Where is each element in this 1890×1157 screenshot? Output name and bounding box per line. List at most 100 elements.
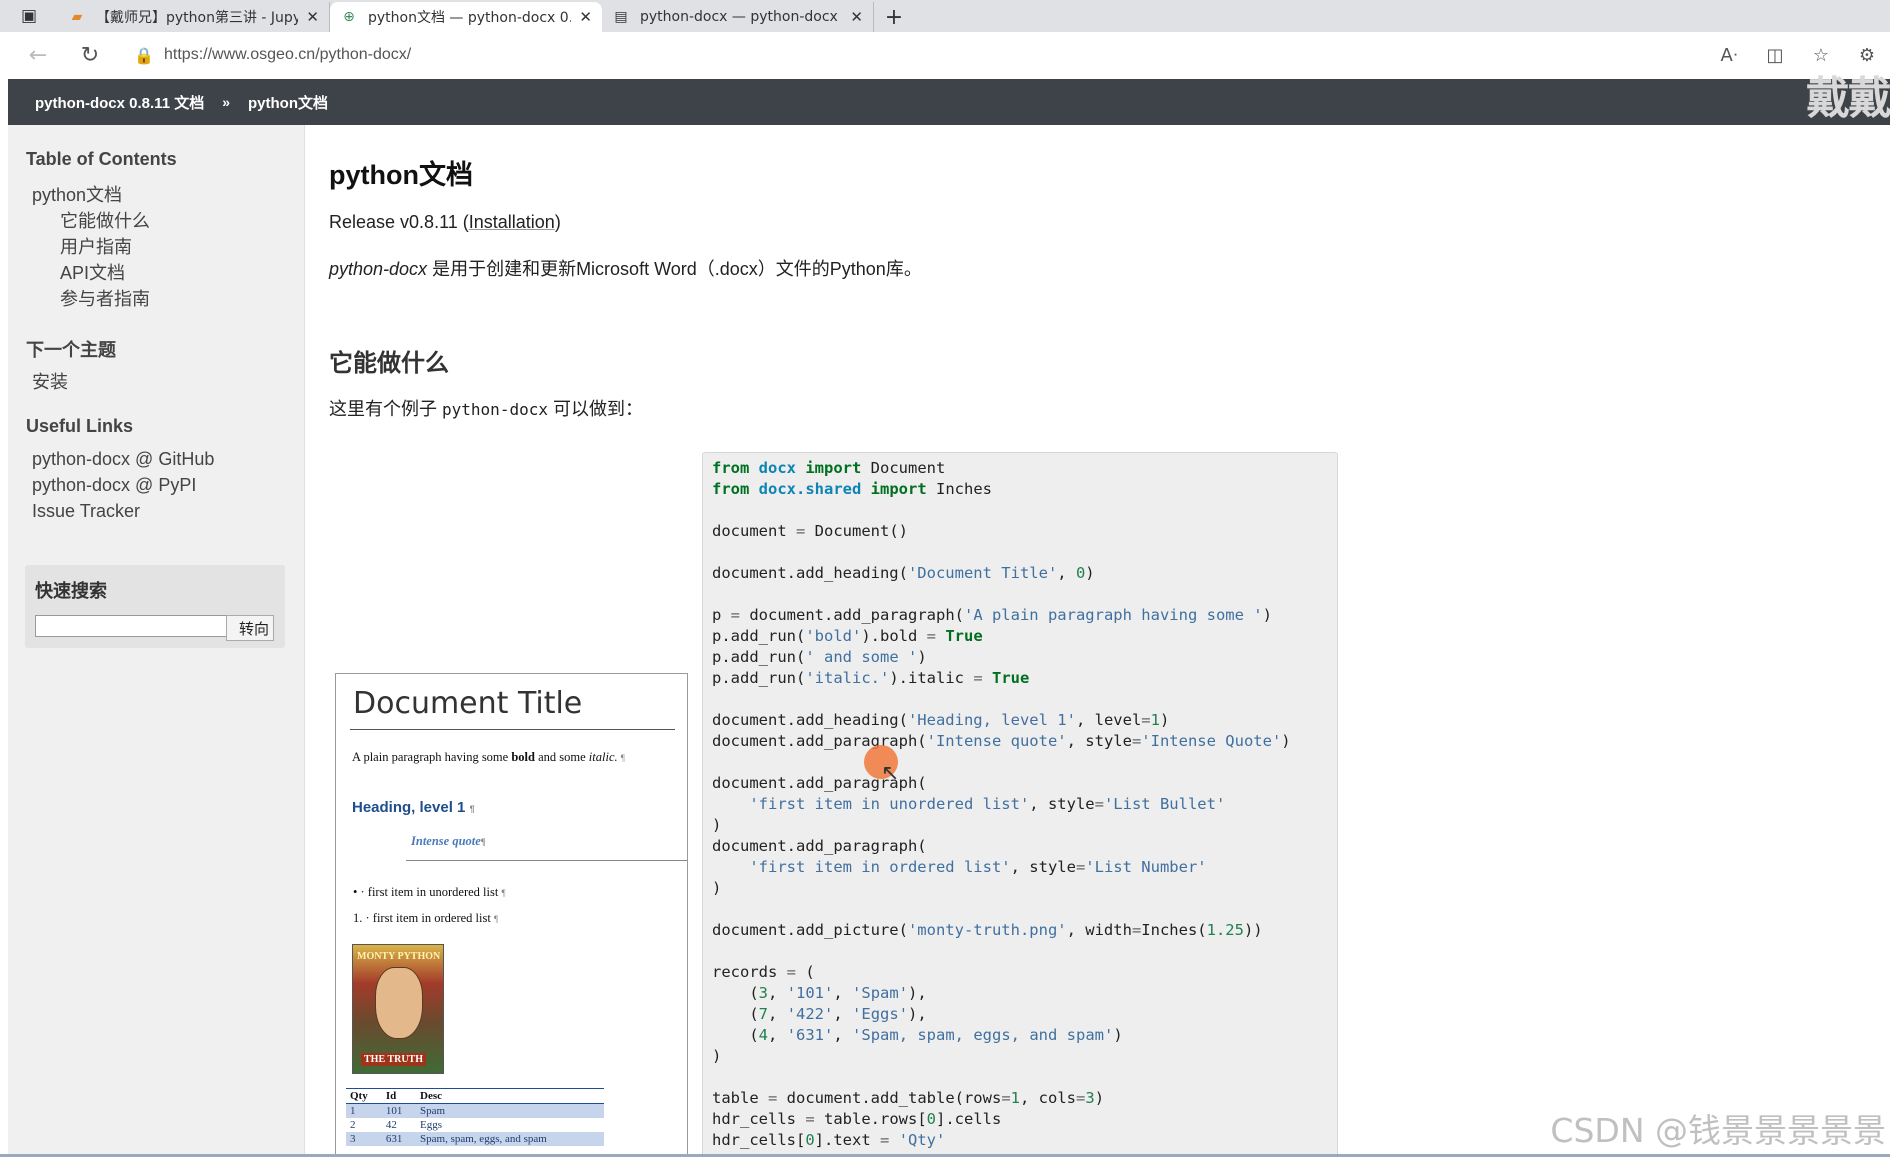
code-line: (4, '631', 'Spam, spam, eggs, and spam') [712, 1026, 1123, 1044]
breadcrumb-root[interactable]: python-docx 0.8.11 文档 [35, 92, 204, 113]
split-screen-icon[interactable]: ◫ [1752, 45, 1798, 66]
tab-title: python文档 — python-docx 0.8.1 [368, 10, 571, 26]
read-aloud-icon[interactable]: Aᐧ [1706, 45, 1752, 66]
intro-paragraph: python-docx 是用于创建和更新Microsoft Word（.docx… [329, 255, 922, 281]
poster-bottom-text: THE TRUTH [361, 1053, 426, 1066]
close-icon[interactable]: ✕ [306, 8, 319, 26]
intro-text: 是用于创建和更新Microsoft Word（.docx）文件的Python库。 [427, 259, 922, 279]
back-icon[interactable]: ← [12, 43, 64, 68]
example-code: python-docx [442, 400, 548, 419]
pilcrow-icon: ¶ [469, 804, 475, 814]
address-bar[interactable]: 🔒 https://www.osgeo.cn/python-docx/ [124, 37, 1694, 73]
table-header-row: Qty Id Desc [346, 1088, 604, 1104]
code-line: ) [712, 816, 722, 834]
code-line: ​ [712, 752, 1328, 773]
docs-icon: ⊕ [343, 9, 355, 25]
code-line: p.add_run(' and some ') [712, 648, 927, 666]
code-line: ​ [712, 542, 1328, 563]
preview-title-rule [350, 729, 675, 730]
search-go-button[interactable]: 转向 [226, 615, 274, 641]
monty-python-poster-image: MONTY PYTHON THE TRUTH [352, 944, 444, 1074]
code-line: ​ [712, 899, 1328, 920]
release-line: Release v0.8.11 (Installation) [329, 212, 561, 233]
preview-quote: Intense quote¶ [411, 834, 485, 849]
poster-top-text: MONTY PYTHON [357, 951, 441, 962]
link-pypi[interactable]: python-docx @ PyPI [32, 475, 196, 496]
tab-python-docx[interactable]: ▤ python-docx — python-docx 0.8 ✕ [602, 2, 874, 32]
tab-jupyter[interactable]: ▰ 【戴师兄】python第三讲 - Jupyt ✕ [58, 2, 330, 32]
code-line: table = document.add_table(rows=1, cols=… [712, 1089, 1105, 1107]
code-line: records = ( [712, 963, 815, 981]
csdn-watermark: CSDN @钱景景景景景 [1550, 1111, 1886, 1150]
code-line: document.add_heading('Document Title', 0… [712, 564, 1095, 582]
close-icon[interactable]: ✕ [579, 8, 592, 26]
breadcrumb-current[interactable]: python文档 [248, 92, 328, 113]
table-cell: 2 [350, 1119, 356, 1131]
example-suffix: 可以做到： [547, 399, 643, 419]
preview-doc-title: Document Title [353, 686, 583, 721]
code-line: hdr_cells[0].text = 'Qty' [712, 1131, 946, 1149]
watermark-top: 戴戴 [1806, 73, 1890, 124]
code-line: document.add_picture('monty-truth.png', … [712, 921, 1263, 939]
toc-item-api[interactable]: API文档 [60, 259, 125, 285]
quick-search-title: 快速搜索 [35, 581, 107, 601]
table-cell: Spam, spam, eggs, and spam [416, 1132, 604, 1146]
code-line: p.add_run('bold').bold = True [712, 627, 983, 645]
preview-para-plain: A plain paragraph having some [352, 750, 512, 764]
code-line: ​ [712, 584, 1328, 605]
table-cell: 42 [385, 1119, 397, 1131]
link-issue-tracker[interactable]: Issue Tracker [32, 501, 140, 522]
document-preview-image: Document Title A plain paragraph having … [335, 673, 688, 1157]
table-row: 1 101 Spam [346, 1103, 604, 1118]
preview-paragraph: A plain paragraph having some bold and s… [352, 750, 625, 765]
quick-search: 快速搜索 转向 [25, 565, 285, 648]
table-row: 2 42 Eggs [346, 1118, 604, 1132]
code-line: (7, '422', 'Eggs'), [712, 1005, 927, 1023]
code-line: document = Document() [712, 522, 908, 540]
link-github[interactable]: python-docx @ GitHub [32, 449, 214, 470]
code-line: ) [712, 879, 722, 897]
address-bar-row: ← ↻ 🔒 https://www.osgeo.cn/python-docx/ … [0, 32, 1890, 79]
reload-icon[interactable]: ↻ [64, 43, 116, 68]
installation-link[interactable]: Installation [469, 212, 555, 232]
table-header: Desc [416, 1088, 604, 1104]
toc-item-what[interactable]: 它能做什么 [60, 207, 150, 233]
breadcrumb: python-docx 0.8.11 文档 » python文档 [8, 79, 1890, 125]
preview-quote-rule [406, 860, 687, 861]
url-text[interactable]: https://www.osgeo.cn/python-docx/ [164, 46, 411, 64]
breadcrumb-separator: » [222, 94, 231, 110]
table-cell: 1 [346, 1103, 382, 1118]
search-input[interactable] [35, 615, 227, 637]
pilcrow-icon: ¶ [493, 914, 499, 924]
example-prefix: 这里有个例子 [329, 399, 443, 419]
code-line: document.add_paragraph('Intense quote', … [712, 732, 1291, 750]
new-tab-icon[interactable]: + [874, 2, 914, 32]
next-topic-link[interactable]: 安装 [32, 368, 68, 394]
toc-item-contrib[interactable]: 参与者指南 [60, 285, 150, 311]
close-icon[interactable]: ✕ [850, 8, 863, 26]
code-line: 'first item in unordered list', style='L… [749, 795, 1226, 813]
preview-heading: Heading, level 1 ¶ [352, 799, 475, 816]
toc-item-guide[interactable]: 用户指南 [60, 233, 132, 259]
sidebar-toggle-icon[interactable]: ▣ [0, 0, 58, 32]
tab-python-docs[interactable]: ⊕ python文档 — python-docx 0.8.1 ✕ [330, 2, 602, 32]
browser-chrome: ▣ ▰ 【戴师兄】python第三讲 - Jupyt ✕ ⊕ python文档 … [0, 0, 1890, 79]
preview-para-bold: bold [511, 750, 535, 764]
mouse-cursor-icon: ↖ [881, 761, 900, 786]
table-row: 3 631 Spam, spam, eggs, and spam [346, 1132, 604, 1146]
pilcrow-icon: ¶ [620, 753, 625, 763]
toc-root[interactable]: python文档 [32, 181, 122, 207]
release-prefix: Release v0.8.11 ( [329, 212, 469, 232]
preview-bullet-item: • · first item in unordered list ¶ [353, 885, 506, 900]
code-line: 'first item in ordered list', style='Lis… [749, 858, 1207, 876]
code-line: document.add_paragraph( [712, 837, 927, 855]
release-suffix: ) [554, 212, 561, 232]
pilcrow-icon: ¶ [480, 837, 486, 847]
preview-quote-text: Intense quote [411, 834, 481, 848]
code-line: document.add_paragraph( [712, 774, 927, 792]
code-line: p.add_run('italic.').italic = True [712, 669, 1030, 687]
code-line: (3, '101', 'Spam'), [712, 984, 927, 1002]
lock-icon: 🔒 [134, 45, 154, 65]
example-paragraph: 这里有个例子 python-docx 可以做到： [329, 395, 643, 421]
code-line: ​ [712, 689, 1328, 710]
